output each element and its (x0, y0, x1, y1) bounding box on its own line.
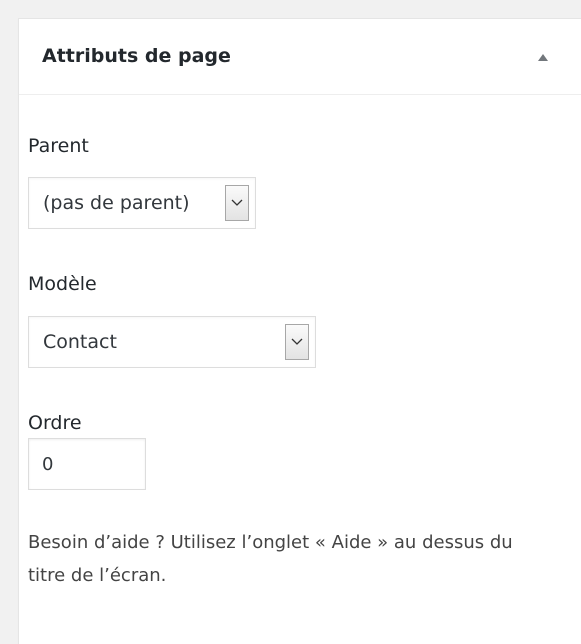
collapse-toggle-icon[interactable] (533, 47, 553, 67)
chevron-down-icon (285, 324, 309, 360)
chevron-down-icon (225, 185, 249, 221)
template-select-value: Contact (43, 331, 117, 353)
parent-select[interactable]: (pas de parent) (28, 177, 256, 229)
parent-label: Parent (28, 135, 89, 157)
panel-header[interactable]: Attributs de page (19, 19, 581, 95)
template-select[interactable]: Contact (28, 316, 316, 368)
order-input[interactable] (28, 438, 146, 490)
template-label: Modèle (28, 273, 97, 295)
order-label: Ordre (28, 412, 82, 434)
parent-select-value: (pas de parent) (43, 192, 190, 214)
help-text: Besoin d’aide ? Utilisez l’onglet « Aide… (28, 532, 513, 586)
panel-title: Attributs de page (42, 45, 231, 67)
arrow-up-triangle-icon (538, 53, 548, 61)
